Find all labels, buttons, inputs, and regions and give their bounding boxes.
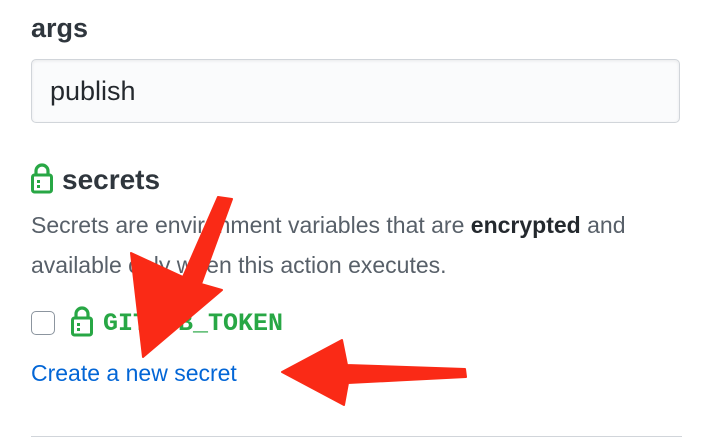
secret-name[interactable]: GITHUB_TOKEN (103, 305, 283, 343)
lock-icon (71, 305, 93, 342)
divider (31, 436, 682, 437)
secrets-description: Secrets are environment variables that a… (31, 212, 626, 278)
lock-icon (31, 162, 53, 199)
annotation-arrow-left (281, 339, 467, 406)
args-input[interactable] (31, 59, 680, 123)
secrets-title: secrets (62, 164, 161, 195)
secret-checkbox[interactable] (31, 311, 55, 335)
args-label: args (31, 13, 89, 43)
create-secret-link[interactable]: Create a new secret (31, 353, 237, 393)
